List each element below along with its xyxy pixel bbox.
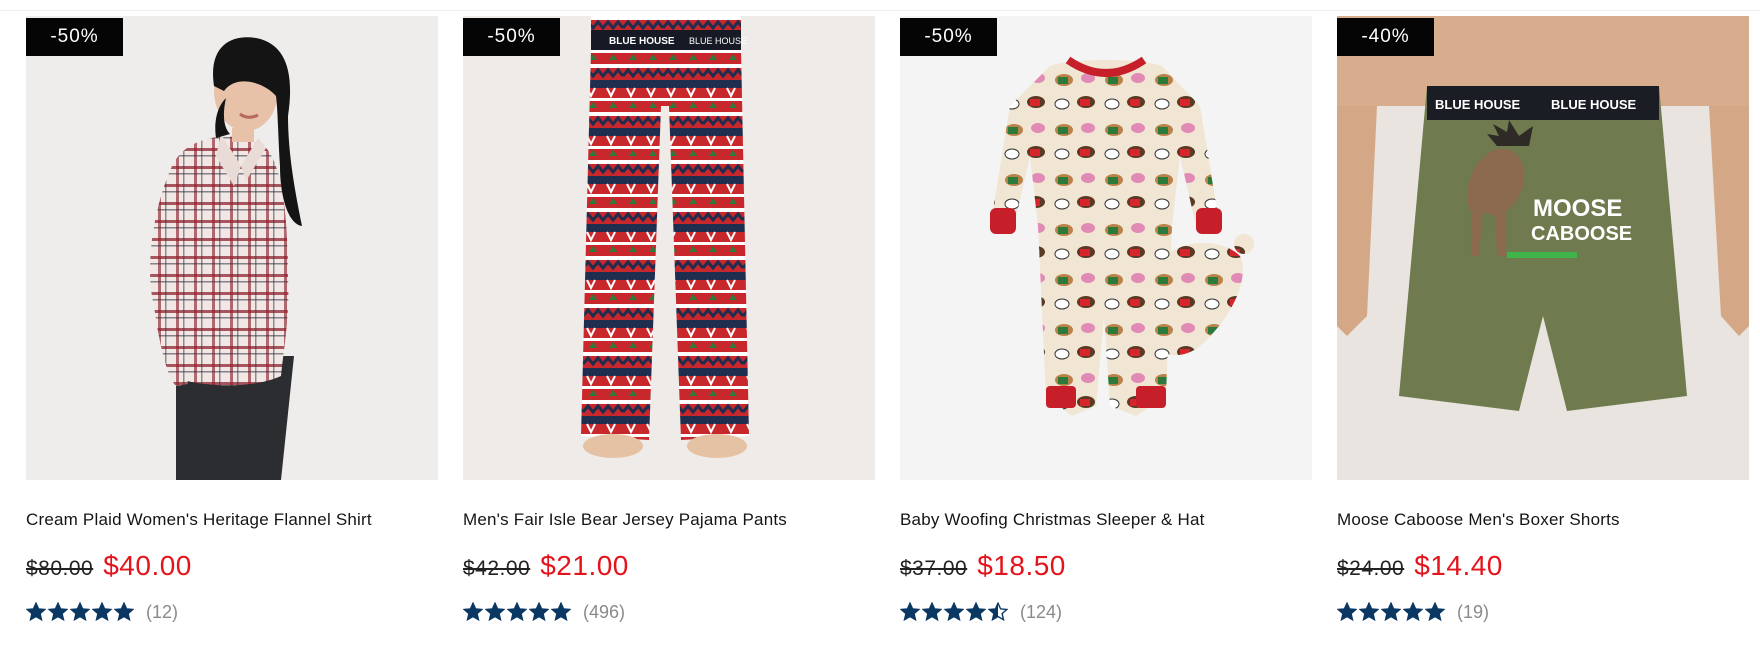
- review-count: (19): [1457, 601, 1490, 622]
- baby-dog-sleeper-image: [900, 16, 1312, 480]
- woman-flannel-shirt-image: [26, 16, 438, 480]
- star-rating: [26, 602, 134, 622]
- review-count: (124): [1020, 601, 1063, 622]
- product-card[interactable]: -50% Baby Woofing Christmas Sleeper & Ha…: [900, 16, 1312, 624]
- star-rating: [900, 602, 1008, 622]
- price-row: $24.00 $14.40: [1337, 550, 1749, 584]
- product-title[interactable]: Moose Caboose Men's Boxer Shorts: [1337, 510, 1749, 530]
- waistband-text: BLUE HOUSE: [689, 36, 747, 46]
- star-full-icon: [92, 602, 112, 622]
- product-card[interactable]: BLUE HOUSE BLUE HOUSE MOOSE CABOOSE -40%…: [1337, 16, 1749, 624]
- sale-price: $21.00: [540, 550, 629, 581]
- star-full-icon: [48, 602, 68, 622]
- star-full-icon: [1425, 602, 1445, 622]
- discount-badge: -40%: [1337, 18, 1434, 56]
- product-grid: -50% Cream Plaid Women's Heritage Flanne…: [26, 16, 1750, 624]
- product-image[interactable]: BLUE HOUSE BLUE HOUSE MOOSE CABOOSE -40%: [1337, 16, 1749, 480]
- waistband-text: BLUE HOUSE: [609, 36, 675, 47]
- product-image[interactable]: -50%: [900, 16, 1312, 480]
- sale-price: $40.00: [103, 550, 192, 581]
- star-full-icon: [114, 602, 134, 622]
- star-full-icon: [1381, 602, 1401, 622]
- original-price: $42.00: [463, 557, 531, 580]
- review-count: (496): [583, 601, 626, 622]
- waistband-text: BLUE HOUSE: [1435, 97, 1521, 112]
- sale-price: $18.50: [977, 550, 1066, 581]
- product-title[interactable]: Baby Woofing Christmas Sleeper & Hat: [900, 510, 1312, 530]
- original-price: $80.00: [26, 557, 94, 580]
- price-row: $80.00 $40.00: [26, 550, 438, 584]
- product-image[interactable]: -50%: [26, 16, 438, 480]
- top-divider: [0, 10, 1760, 11]
- discount-badge: -50%: [26, 18, 123, 56]
- product-image[interactable]: BLUE HOUSE BLUE HOUSE -50%: [463, 16, 875, 480]
- star-full-icon: [26, 602, 46, 622]
- review-count: (12): [146, 601, 179, 622]
- rating-row[interactable]: (124): [900, 600, 1312, 624]
- sale-price: $14.40: [1414, 550, 1503, 581]
- star-full-icon: [529, 602, 549, 622]
- product-card[interactable]: -50% Cream Plaid Women's Heritage Flanne…: [26, 16, 438, 624]
- star-full-icon: [922, 602, 942, 622]
- star-full-icon: [1359, 602, 1379, 622]
- star-rating: [1337, 602, 1445, 622]
- product-title[interactable]: Men's Fair Isle Bear Jersey Pajama Pants: [463, 510, 875, 530]
- product-title[interactable]: Cream Plaid Women's Heritage Flannel Shi…: [26, 510, 438, 530]
- fair-isle-pajama-pants-image: BLUE HOUSE BLUE HOUSE: [463, 16, 875, 480]
- star-full-icon: [463, 602, 483, 622]
- original-price: $37.00: [900, 557, 968, 580]
- discount-badge: -50%: [900, 18, 997, 56]
- product-card[interactable]: BLUE HOUSE BLUE HOUSE -50% Men's Fair Is…: [463, 16, 875, 624]
- star-full-icon: [1337, 602, 1357, 622]
- price-row: $42.00 $21.00: [463, 550, 875, 584]
- star-full-icon: [944, 602, 964, 622]
- shorts-graphic-text-caboose: CABOOSE: [1531, 223, 1632, 245]
- rating-row[interactable]: (12): [26, 600, 438, 624]
- star-full-icon: [70, 602, 90, 622]
- star-full-icon: [966, 602, 986, 622]
- star-full-icon: [900, 602, 920, 622]
- original-price: $24.00: [1337, 557, 1405, 580]
- star-full-icon: [485, 602, 505, 622]
- discount-badge: -50%: [463, 18, 560, 56]
- rating-row[interactable]: (19): [1337, 600, 1749, 624]
- rating-row[interactable]: (496): [463, 600, 875, 624]
- star-half-icon: [988, 602, 1008, 622]
- star-full-icon: [507, 602, 527, 622]
- waistband-text: BLUE HOUSE: [1551, 97, 1637, 112]
- shorts-graphic-text-moose: MOOSE: [1533, 195, 1622, 222]
- star-rating: [463, 602, 571, 622]
- star-full-icon: [551, 602, 571, 622]
- price-row: $37.00 $18.50: [900, 550, 1312, 584]
- star-full-icon: [1403, 602, 1423, 622]
- moose-boxer-shorts-image: BLUE HOUSE BLUE HOUSE MOOSE CABOOSE: [1337, 16, 1749, 480]
